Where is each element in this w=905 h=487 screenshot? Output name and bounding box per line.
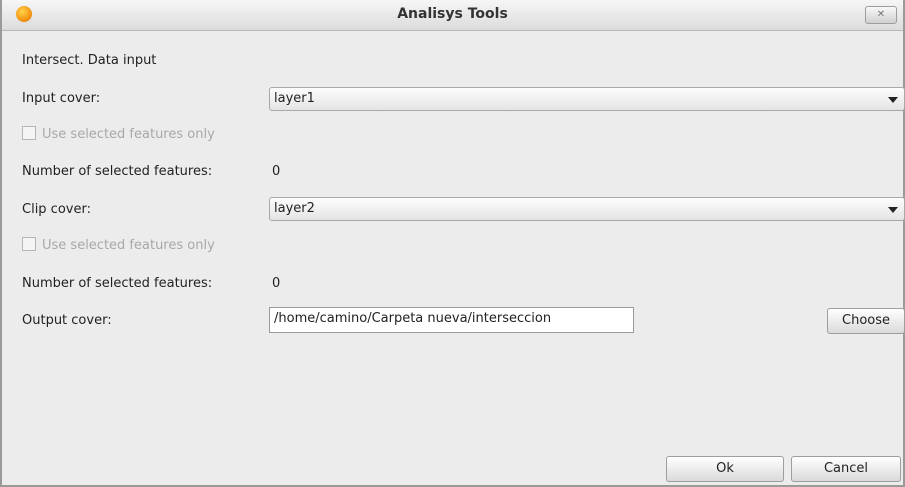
input-selected-only-label: Use selected features only <box>42 127 215 142</box>
close-button[interactable]: ✕ <box>865 6 897 24</box>
chevron-down-icon <box>888 97 898 103</box>
input-num-selected-label: Number of selected features: <box>22 164 213 179</box>
section-label: Intersect. Data input <box>22 53 157 68</box>
clip-num-selected-label: Number of selected features: <box>22 276 213 291</box>
input-num-selected-value: 0 <box>272 164 281 179</box>
clip-cover-select[interactable]: layer2 <box>269 197 905 221</box>
checkbox-icon <box>22 237 36 251</box>
ok-button[interactable]: Ok <box>666 456 784 482</box>
dialog-window: Analisys Tools ✕ Intersect. Data input I… <box>0 0 905 487</box>
input-cover-select[interactable]: layer1 <box>269 87 905 111</box>
input-selected-only-checkbox[interactable]: Use selected features only <box>22 125 215 145</box>
input-cover-value: layer1 <box>274 91 315 106</box>
clip-num-selected-value: 0 <box>272 276 281 291</box>
output-cover-field[interactable]: /home/camino/Carpeta nueva/interseccion <box>269 307 634 333</box>
clip-selected-only-checkbox[interactable]: Use selected features only <box>22 236 215 256</box>
output-cover-label: Output cover: <box>22 313 112 328</box>
input-cover-label: Input cover: <box>22 91 101 106</box>
chevron-down-icon <box>888 207 898 213</box>
cancel-button[interactable]: Cancel <box>791 456 901 482</box>
close-icon: ✕ <box>876 9 886 20</box>
window-title: Analisys Tools <box>397 6 508 22</box>
clip-selected-only-label: Use selected features only <box>42 238 215 253</box>
clip-cover-label: Clip cover: <box>22 202 91 217</box>
clip-cover-value: layer2 <box>274 201 315 216</box>
checkbox-icon <box>22 126 36 140</box>
title-bar[interactable]: Analisys Tools ✕ <box>2 0 903 31</box>
choose-button[interactable]: Choose <box>827 308 905 334</box>
